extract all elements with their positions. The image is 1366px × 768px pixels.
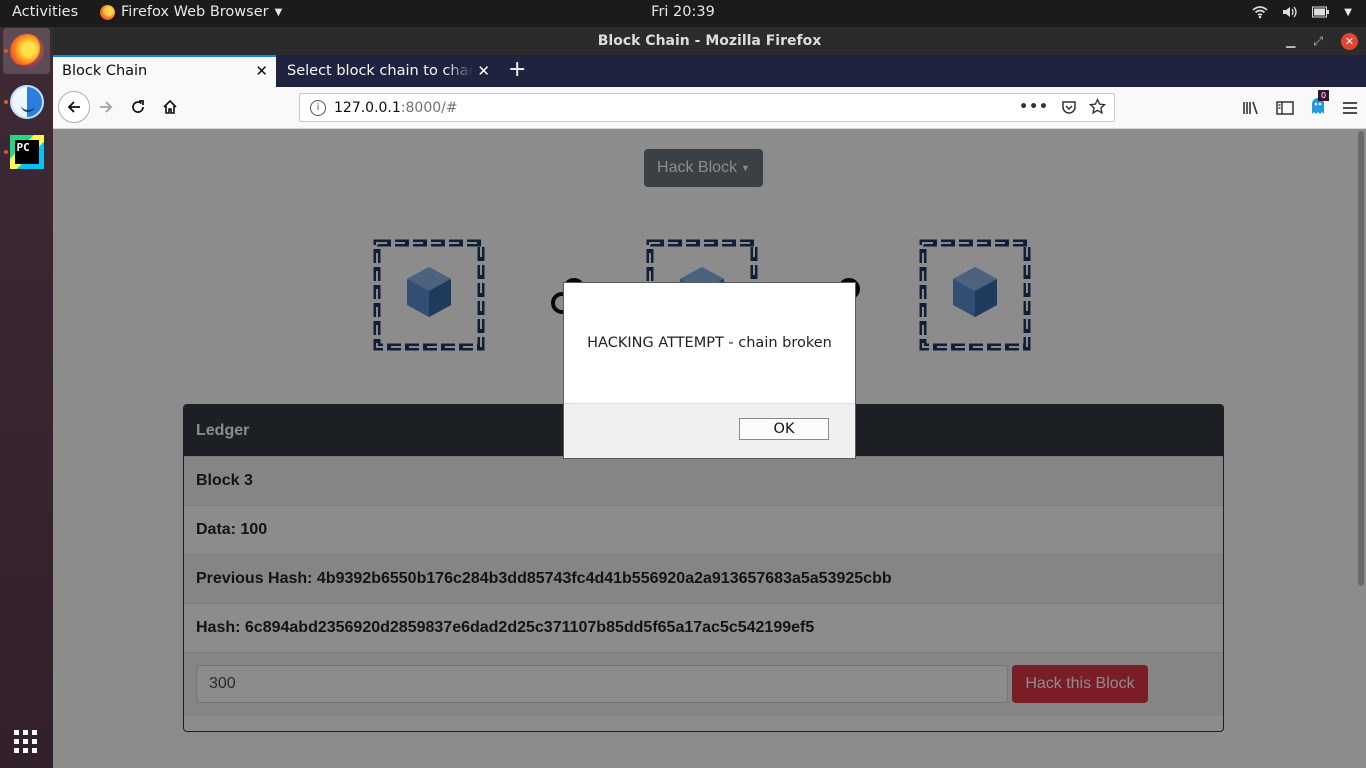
bookmark-star-icon[interactable]	[1089, 98, 1106, 115]
notification-badge: 0	[1318, 90, 1330, 101]
running-indicator	[4, 100, 8, 104]
clock[interactable]: Fri 20:39	[651, 4, 715, 20]
pocket-icon[interactable]	[1061, 99, 1077, 115]
wifi-icon	[1252, 6, 1268, 19]
system-top-bar: Activities Firefox Web Browser ▼ Fri 20:…	[0, 0, 1366, 27]
alert-message: HACKING ATTEMPT - chain broken	[587, 335, 832, 351]
arrow-left-icon	[67, 101, 80, 113]
dock: PC	[0, 27, 53, 768]
reload-icon	[132, 100, 144, 113]
firefox-window: Block Chain - Mozilla Firefox ▁ ⤢ ✕ Bloc…	[53, 27, 1366, 768]
url-bar[interactable]: i 127.0.0.1:8000/# •••	[299, 93, 1115, 122]
firefox-small-icon	[100, 4, 115, 20]
close-tab-icon[interactable]: ✕	[255, 57, 268, 85]
app-menu[interactable]: Firefox Web Browser ▼	[100, 4, 282, 20]
pycharm-icon: PC	[9, 135, 44, 169]
sidebar-icon[interactable]	[1276, 100, 1294, 116]
tab-label: Block Chain	[62, 63, 148, 79]
navigation-toolbar: i 127.0.0.1:8000/# ••• 0	[53, 87, 1366, 129]
alert-dialog: HACKING ATTEMPT - chain broken OK	[563, 282, 856, 459]
forward-button[interactable]	[92, 93, 120, 121]
arrow-right-icon	[100, 101, 113, 113]
back-button[interactable]	[58, 91, 90, 123]
running-indicator	[4, 49, 8, 53]
window-title: Block Chain - Mozilla Firefox	[597, 33, 822, 49]
tab-select-block-chain[interactable]: Select block chain to change ✕	[278, 55, 498, 87]
firefox-icon	[9, 34, 44, 68]
window-titlebar[interactable]: Block Chain - Mozilla Firefox ▁ ⤢ ✕	[53, 27, 1366, 55]
reload-button[interactable]	[124, 93, 152, 121]
tab-block-chain[interactable]: Block Chain ✕	[53, 55, 276, 87]
url-host: 127.0.0.1	[334, 99, 401, 116]
finder-icon	[9, 85, 44, 119]
ok-button[interactable]: OK	[739, 418, 829, 440]
new-tab-icon[interactable]: +	[508, 55, 526, 85]
tab-label: Select block chain to change	[287, 63, 473, 79]
dock-firefox[interactable]	[3, 28, 50, 74]
page-actions-icon[interactable]: •••	[1019, 99, 1049, 115]
hamburger-menu-icon[interactable]	[1342, 101, 1358, 115]
close-tab-icon[interactable]: ✕	[477, 55, 490, 87]
show-applications-icon[interactable]	[14, 730, 37, 753]
dock-finder[interactable]	[3, 79, 50, 125]
minimize-icon[interactable]: ▁	[1286, 27, 1295, 55]
extension-button[interactable]: 0	[1310, 90, 1330, 119]
tab-bar: Block Chain ✕ Select block chain to chan…	[53, 55, 1366, 87]
home-icon	[163, 99, 177, 114]
app-menu-label: Firefox Web Browser	[121, 4, 269, 20]
battery-icon	[1312, 6, 1330, 18]
home-button[interactable]	[156, 93, 184, 121]
running-indicator	[4, 150, 8, 154]
close-window-icon[interactable]: ✕	[1341, 32, 1358, 50]
chevron-down-icon: ▼	[1344, 6, 1352, 18]
caret-down-icon: ▼	[274, 6, 283, 18]
activities-button[interactable]: Activities	[12, 4, 78, 20]
library-icon[interactable]	[1242, 100, 1260, 116]
url-path: :8000/#	[400, 99, 458, 116]
site-info-icon[interactable]: i	[310, 99, 326, 116]
volume-icon	[1283, 6, 1297, 18]
maximize-icon[interactable]: ⤢	[1313, 27, 1323, 55]
system-tray[interactable]: ▼	[1252, 5, 1352, 19]
dock-pycharm[interactable]: PC	[3, 129, 50, 175]
